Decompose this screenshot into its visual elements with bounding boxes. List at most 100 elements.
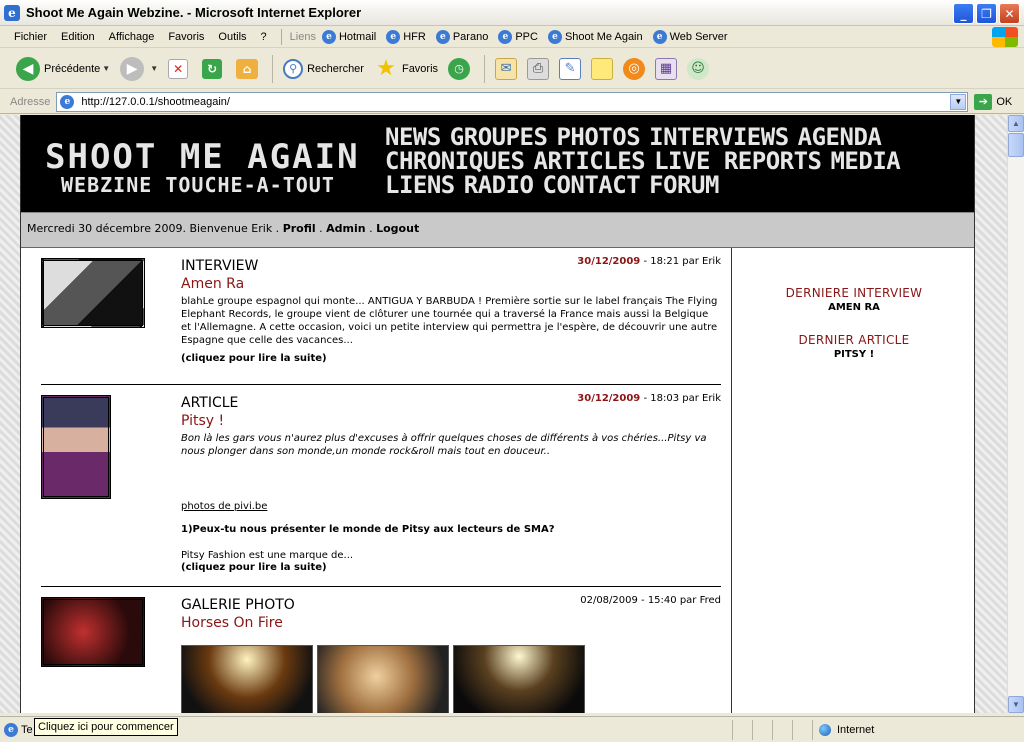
nav-media[interactable]: MEDIA (830, 147, 900, 175)
menu-affichage[interactable]: Affichage (109, 31, 155, 43)
minimize-button[interactable]: _ (953, 3, 974, 24)
link-hotmail[interactable]: e Hotmail (321, 29, 376, 44)
item-date: 02/08/2009 - 15:40 par Fred (580, 595, 721, 606)
nav-forum[interactable]: FORUM (649, 171, 719, 199)
read-more-link[interactable]: (cliquez pour lire la suite) (181, 562, 721, 573)
star-icon: ★ (376, 56, 396, 81)
news-item: 30/12/2009 - 18:21 par Erik INTERVIEW Am… (41, 248, 721, 385)
scroll-down-icon[interactable]: ▼ (1008, 696, 1024, 713)
favorites-label: Favoris (401, 62, 439, 75)
link-hfr[interactable]: e HFR (386, 29, 426, 44)
item-title[interactable]: Horses On Fire (181, 615, 721, 631)
mail-icon[interactable]: ✉ (495, 57, 518, 80)
link-shoot-me-again[interactable]: e Shoot Me Again (547, 29, 643, 44)
ie-icon: e (4, 4, 20, 21)
gallery-thumbnail[interactable] (41, 597, 145, 667)
refresh-icon: ↻ (202, 58, 223, 79)
link-parano[interactable]: e Parano (435, 29, 489, 44)
history-icon: ◷ (448, 57, 471, 80)
address-input[interactable] (81, 95, 942, 108)
nav-contact[interactable]: CONTACT (543, 171, 641, 199)
note-icon[interactable] (591, 57, 614, 80)
chevron-down-icon[interactable]: ▼ (102, 64, 110, 73)
messenger-icon[interactable]: ☺ (687, 57, 710, 80)
search-button[interactable]: ⚲ Rechercher (283, 58, 364, 79)
status-cell (753, 719, 773, 740)
search-label: Rechercher (307, 62, 364, 75)
gallery-photo[interactable] (453, 645, 585, 713)
link-label: Shoot Me Again (564, 30, 643, 43)
scroll-thumb[interactable] (1008, 133, 1024, 157)
edit-icon[interactable]: ✎ (559, 57, 582, 80)
status-cell (773, 719, 793, 740)
windows-logo-icon (992, 27, 1018, 47)
chevron-down-icon[interactable]: ▼ (950, 93, 967, 110)
item-date: 30/12/2009 - 18:03 par Erik (577, 393, 721, 404)
date-value: 30/12/2009 (577, 393, 641, 404)
chevron-down-icon[interactable]: ▼ (150, 64, 158, 73)
profil-link[interactable]: Profil (283, 222, 316, 235)
latest-interview-link[interactable]: AMEN RA (732, 302, 976, 313)
logout-link[interactable]: Logout (376, 222, 419, 235)
back-button[interactable]: ◀ Précédente ▼ (16, 56, 110, 81)
zone-label: Internet (837, 723, 875, 736)
address-field[interactable]: e ▼ (56, 91, 969, 112)
menu-outils[interactable]: Outils (218, 31, 246, 43)
item-title[interactable]: Pitsy ! (181, 413, 721, 429)
news-item: 02/08/2009 - 15:40 par Fred GALERIE PHOT… (41, 587, 721, 713)
toolbar: ◀ Précédente ▼ ▶ ▼ ✕ ↻ ⌂ ⚲ Rechercher ★ … (0, 49, 1024, 89)
history-button[interactable]: ◷ (448, 57, 474, 80)
admin-link[interactable]: Admin (326, 222, 365, 235)
status-cell (793, 719, 813, 740)
menu-fichier[interactable]: Fichier (14, 31, 47, 43)
ie-icon: e (386, 29, 401, 44)
messenger-orange-icon[interactable]: ◎ (623, 57, 646, 80)
item-title[interactable]: Amen Ra (181, 276, 721, 292)
article-thumbnail[interactable] (41, 395, 111, 499)
interview-thumbnail[interactable] (41, 258, 145, 328)
link-label: Parano (452, 30, 489, 43)
time-author: - 18:03 par Erik (640, 393, 721, 404)
menu-separator (280, 28, 282, 45)
vertical-scrollbar[interactable]: ▲ ▼ (1007, 115, 1024, 713)
refresh-button[interactable]: ↻ (202, 58, 226, 79)
menu-edition[interactable]: Edition (61, 31, 95, 43)
latest-article-link[interactable]: PITSY ! (732, 349, 976, 360)
stop-button[interactable]: ✕ (168, 58, 192, 79)
user-info-bar: Mercredi 30 décembre 2009. Bienvenue Eri… (21, 212, 974, 248)
favorites-button[interactable]: ★ Favoris (374, 56, 439, 81)
link-ppc[interactable]: e PPC (498, 29, 538, 44)
forward-button[interactable]: ▶ ▼ (120, 56, 158, 81)
menu-help[interactable]: ? (261, 31, 267, 43)
scroll-up-icon[interactable]: ▲ (1008, 115, 1024, 132)
status-bar: e Te Cliquez ici pour commencer Internet (0, 716, 1024, 742)
print-icon[interactable]: ⎙ (527, 57, 550, 80)
news-item: 30/12/2009 - 18:03 par Erik ARTICLE Pits… (41, 385, 721, 587)
close-button[interactable]: ✕ (999, 3, 1020, 24)
links-label: Liens (289, 30, 316, 43)
research-icon[interactable]: ▦ (655, 57, 678, 80)
maximize-button[interactable]: ❐ (976, 3, 997, 24)
search-icon: ⚲ (283, 58, 304, 79)
title-bar: e Shoot Me Again Webzine. - Microsoft In… (0, 0, 1024, 26)
toolbar-separator (272, 54, 274, 83)
link-label: Web Server (669, 30, 728, 43)
menu-favoris[interactable]: Favoris (168, 31, 204, 43)
gallery-photo[interactable] (317, 645, 449, 713)
home-button[interactable]: ⌂ (236, 58, 262, 79)
nav-radio[interactable]: RADIO (464, 171, 534, 199)
link-web-server[interactable]: e Web Server (652, 29, 728, 44)
photo-credit-link[interactable]: photos de pivi.be (181, 501, 267, 512)
read-more-link[interactable]: (cliquez pour lire la suite) (181, 353, 721, 364)
site-nav: NEWS GROUPES PHOTOS INTERVIEWS AGENDA CHRONI… (385, 125, 965, 197)
link-label: HFR (403, 30, 426, 43)
go-button[interactable]: ➔ OK (974, 93, 1012, 110)
nav-liens[interactable]: LIENS (385, 171, 455, 199)
gallery-photo[interactable] (181, 645, 313, 713)
item-text: blahLe groupe espagnol qui monte... ANTI… (181, 296, 718, 346)
ie-icon: e (547, 29, 562, 44)
globe-icon (819, 723, 831, 736)
time-author: - 18:21 par Erik (640, 256, 721, 267)
site-logo[interactable]: SHOOT ME AGAIN (45, 137, 360, 177)
browser-viewport: SHOOT ME AGAIN WEBZINE TOUCHE-A-TOUT NEW… (0, 115, 1024, 713)
